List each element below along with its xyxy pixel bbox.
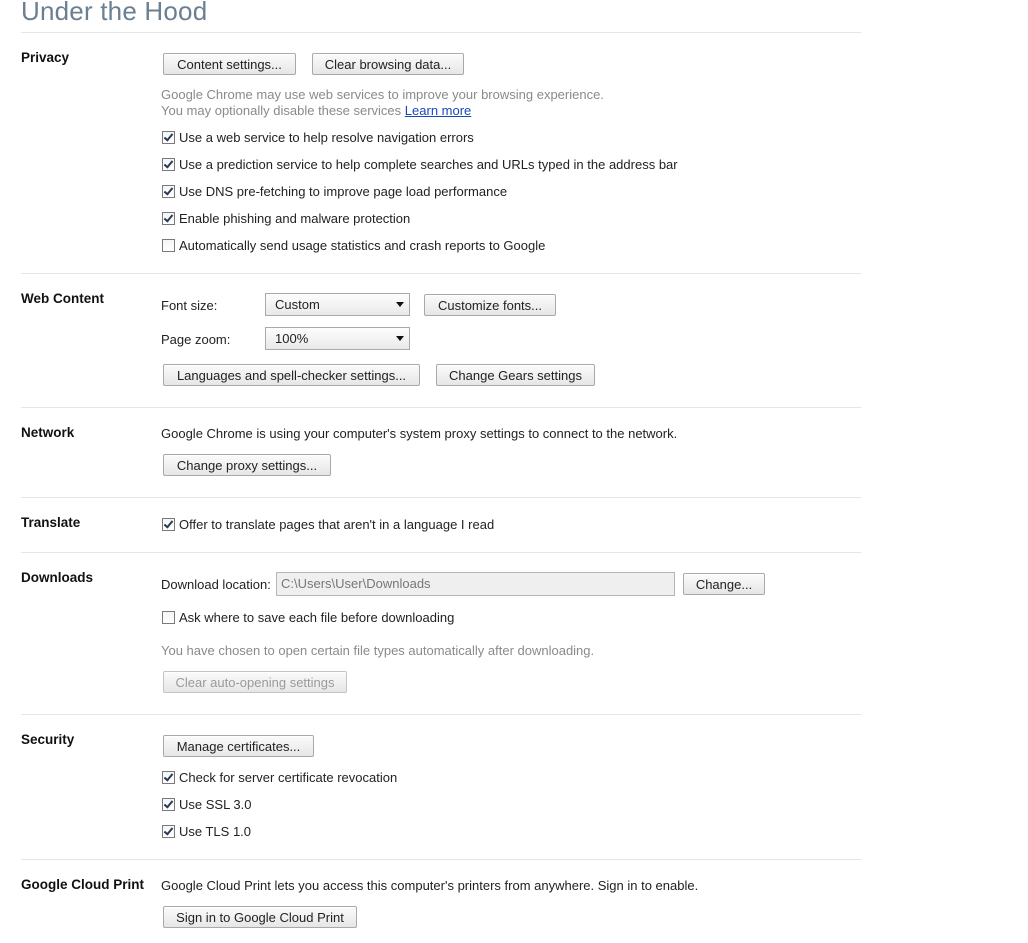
phishing-protection-option[interactable]: Enable phishing and malware protection	[162, 210, 410, 226]
divider	[21, 407, 861, 408]
dns-prefetch-checkbox[interactable]	[162, 184, 175, 198]
font-size-value: Custom	[275, 297, 320, 312]
nav-errors-option[interactable]: Use a web service to help resolve naviga…	[162, 129, 474, 145]
tls1-label: Use TLS 1.0	[179, 823, 252, 839]
divider	[21, 714, 861, 715]
cloud-print-description: Google Cloud Print lets you access this …	[161, 878, 699, 893]
auto-open-note: You have chosen to open certain file typ…	[161, 643, 595, 658]
font-size-select[interactable]: Custom	[265, 293, 410, 316]
section-label-privacy: Privacy	[21, 50, 70, 65]
cert-revocation-option[interactable]: Check for server certificate revocation	[162, 769, 397, 785]
languages-spellcheck-button[interactable]: Languages and spell-checker settings...	[163, 364, 420, 386]
offer-translate-label: Offer to translate pages that aren't in …	[179, 516, 495, 532]
cert-revocation-checkbox[interactable]	[162, 770, 175, 784]
dns-prefetch-option[interactable]: Use DNS pre-fetching to improve page loa…	[162, 183, 507, 199]
usage-stats-checkbox[interactable]	[162, 238, 175, 252]
nav-errors-label: Use a web service to help resolve naviga…	[179, 129, 474, 145]
divider	[21, 552, 861, 553]
page-zoom-value: 100%	[275, 331, 309, 346]
divider	[21, 859, 861, 860]
section-label-cloud-print: Google Cloud Print	[21, 877, 144, 892]
phishing-protection-checkbox[interactable]	[162, 211, 175, 225]
section-label-network: Network	[21, 425, 75, 440]
section-label-downloads: Downloads	[21, 570, 94, 585]
ask-save-location-label: Ask where to save each file before downl…	[179, 609, 455, 625]
download-location-label: Download location:	[161, 577, 271, 592]
dns-prefetch-label: Use DNS pre-fetching to improve page loa…	[179, 183, 508, 199]
tls1-option[interactable]: Use TLS 1.0	[162, 823, 251, 839]
phishing-protection-label: Enable phishing and malware protection	[179, 210, 411, 226]
section-label-web-content: Web Content	[21, 291, 104, 306]
clear-browsing-data-button[interactable]: Clear browsing data...	[312, 53, 464, 75]
manage-certificates-button[interactable]: Manage certificates...	[163, 735, 314, 757]
font-size-label: Font size:	[161, 298, 218, 313]
usage-stats-option[interactable]: Automatically send usage statistics and …	[162, 237, 545, 253]
chevron-down-icon	[396, 336, 404, 341]
page-title: Under the Hood	[21, 0, 208, 26]
settings-page: Under the Hood Privacy Content settings.…	[0, 0, 1028, 943]
clear-auto-opening-button[interactable]: Clear auto-opening settings	[163, 671, 347, 693]
sign-in-cloud-print-button[interactable]: Sign in to Google Cloud Print	[163, 906, 357, 928]
offer-translate-checkbox[interactable]	[162, 517, 175, 531]
network-description: Google Chrome is using your computer's s…	[161, 426, 678, 441]
privacy-description-line2: You may optionally disable these service…	[161, 103, 471, 118]
ask-save-location-option[interactable]: Ask where to save each file before downl…	[162, 609, 454, 625]
chevron-down-icon	[396, 302, 404, 307]
divider	[21, 273, 861, 274]
ssl3-label: Use SSL 3.0	[179, 796, 252, 812]
privacy-description-text: You may optionally disable these service…	[161, 103, 402, 118]
section-label-translate: Translate	[21, 515, 81, 530]
ask-save-location-checkbox[interactable]	[162, 610, 175, 624]
privacy-description: Google Chrome may use web services to im…	[161, 87, 604, 102]
download-location-field[interactable]: C:\Users\User\Downloads	[276, 572, 675, 596]
learn-more-link[interactable]: Learn more	[405, 103, 471, 118]
cert-revocation-label: Check for server certificate revocation	[179, 769, 398, 785]
change-proxy-button[interactable]: Change proxy settings...	[163, 454, 331, 476]
content-settings-button[interactable]: Content settings...	[163, 53, 296, 75]
usage-stats-label: Automatically send usage statistics and …	[179, 237, 546, 253]
section-label-security: Security	[21, 732, 75, 747]
change-gears-button[interactable]: Change Gears settings	[436, 364, 595, 386]
tls1-checkbox[interactable]	[162, 824, 175, 838]
customize-fonts-button[interactable]: Customize fonts...	[424, 294, 556, 316]
ssl3-option[interactable]: Use SSL 3.0	[162, 796, 252, 812]
prediction-service-checkbox[interactable]	[162, 157, 175, 171]
page-zoom-select[interactable]: 100%	[265, 327, 410, 350]
change-download-location-button[interactable]: Change...	[683, 573, 765, 595]
divider	[21, 497, 861, 498]
divider	[21, 32, 861, 33]
prediction-service-label: Use a prediction service to help complet…	[179, 156, 678, 172]
ssl3-checkbox[interactable]	[162, 797, 175, 811]
nav-errors-checkbox[interactable]	[162, 130, 175, 144]
prediction-service-option[interactable]: Use a prediction service to help complet…	[162, 156, 678, 172]
page-zoom-label: Page zoom:	[161, 332, 231, 347]
offer-translate-option[interactable]: Offer to translate pages that aren't in …	[162, 516, 494, 532]
